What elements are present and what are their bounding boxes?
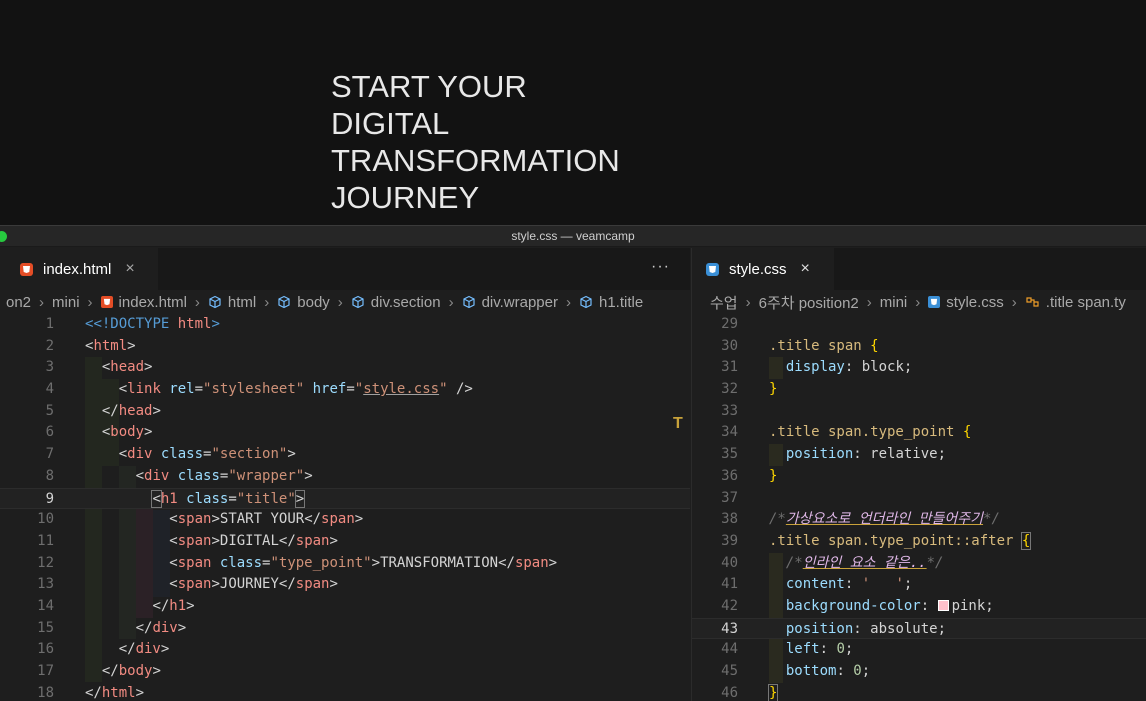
breadcrumb-item[interactable]: div.wrapper	[462, 294, 558, 311]
code-line: 7 <div class="section">	[45, 446, 296, 463]
code-line: 15 </div>	[37, 619, 187, 636]
tab-style-css[interactable]: style.css ×	[692, 248, 834, 290]
code-line: 10 <span>START YOUR</span>	[37, 511, 364, 528]
breadcrumb-item[interactable]: .title span.ty	[1025, 294, 1126, 311]
code-line: 40 /*인라인 요소 같은..*/	[721, 554, 944, 571]
editor-pane-right: style.css × 수업 › 6주차 position2 › mini › sty…	[691, 248, 1146, 701]
breadcrumb-item[interactable]: mini	[52, 294, 80, 311]
cube-icon	[462, 295, 476, 309]
code-line: 35 position: relative;	[721, 446, 947, 463]
code-line: 38/*가상요소로 언더라인 만들어주기*/	[721, 511, 1000, 528]
code-line: 46}	[721, 683, 779, 701]
close-tab-icon[interactable]: ×	[125, 260, 134, 278]
html5-icon	[100, 296, 113, 308]
breadcrumb-item[interactable]: style.css	[928, 294, 1004, 311]
code-line: 32}	[721, 381, 778, 398]
breadcrumb-left: on2 › mini › index.html › html › body › div.s…	[0, 290, 690, 314]
code-line: 45 bottom: 0;	[721, 663, 871, 679]
code-line: 2 <html>	[45, 337, 136, 354]
code-line: 42 background-color: pink;	[721, 597, 994, 614]
cube-icon	[277, 295, 291, 309]
code-line: 16 </div>	[37, 641, 170, 658]
breadcrumb-item[interactable]: on2	[6, 294, 31, 311]
code-line: 12 <span class="type_point">TRANSFORMATI…	[37, 554, 558, 571]
text-cursor-icon: T	[673, 415, 683, 432]
code-line: 36}	[721, 467, 778, 484]
code-line: 4 <link rel="stylesheet" href="style.css…	[45, 381, 473, 398]
code-line: 37	[721, 489, 738, 506]
window-title: style.css — veamcamp	[511, 229, 635, 243]
css3-icon	[706, 262, 719, 276]
color-swatch[interactable]	[937, 599, 949, 611]
code-line: 1 <<!DOCTYPE html>	[45, 316, 220, 332]
hero-line-4: JOURNEY	[331, 180, 480, 215]
code-line: 3 <head>	[45, 359, 153, 376]
code-line: 18 </html>	[37, 684, 145, 701]
html5-icon	[20, 262, 33, 276]
code-line: 11 <span>DIGITAL</span>	[37, 532, 338, 549]
code-editor-window: style.css — veamcamp index.html × ··· on…	[0, 225, 1146, 701]
breadcrumb-item[interactable]: mini	[880, 294, 908, 311]
chevron-right-icon: ›	[264, 293, 270, 311]
code-line: 30 .title span {	[721, 337, 879, 354]
hero-line-1: START YOUR	[331, 69, 527, 104]
chevron-right-icon: ›	[337, 293, 343, 311]
code-line: 14 </h1>	[37, 597, 195, 614]
chevron-right-icon: ›	[915, 293, 921, 311]
breadcrumb-item[interactable]: 6주차 position2	[759, 292, 859, 313]
breadcrumb-item[interactable]: index.html	[100, 294, 187, 311]
hero-title: START YOUR DIGITAL TRANSFORMATION JOURNE…	[331, 68, 620, 216]
code-line: 34 .title span.type_point {	[721, 424, 972, 441]
cube-icon	[579, 295, 593, 309]
code-line: 6 <body>	[45, 424, 153, 441]
selector-icon	[1025, 295, 1040, 309]
hero-line-2: DIGITAL	[331, 106, 450, 141]
chevron-right-icon: ›	[448, 293, 454, 311]
tab-label: style.css	[729, 260, 787, 278]
breadcrumb-item[interactable]: body	[277, 294, 330, 311]
code-line: 33	[721, 402, 738, 419]
code-line: 8 <div class="wrapper">	[45, 467, 313, 484]
chevron-right-icon: ›	[87, 293, 93, 311]
more-actions-icon[interactable]: ···	[651, 258, 670, 276]
tab-bar-right: style.css ×	[692, 248, 1146, 290]
browser-preview: START YOUR DIGITAL TRANSFORMATION JOURNE…	[0, 0, 1146, 225]
chevron-right-icon: ›	[745, 293, 751, 311]
cube-icon	[208, 295, 222, 309]
breadcrumb-right: 수업 › 6주차 position2 › mini › style.css › .tit…	[692, 290, 1146, 314]
code-line: 29	[721, 316, 738, 332]
code-line: 41 content: ' ';	[721, 576, 913, 593]
breadcrumb-item[interactable]: div.section	[351, 294, 441, 311]
hero-line-3: TRANSFORMATION	[331, 143, 620, 178]
code-line: 39 .title span.type_point::after {	[721, 531, 1032, 550]
chevron-right-icon: ›	[194, 293, 200, 311]
cube-icon	[351, 295, 365, 309]
editor-pane-left: index.html × ··· on2 › mini › index.html › …	[0, 248, 690, 701]
close-tab-icon[interactable]: ×	[801, 260, 810, 278]
breadcrumb-item[interactable]: h1.title	[579, 294, 643, 311]
breadcrumb-item[interactable]: 수업	[710, 292, 738, 313]
code-line-current: 43 position: absolute;	[692, 617, 1146, 640]
tab-label: index.html	[43, 260, 112, 278]
code-line: 5 </head>	[45, 402, 161, 419]
chevron-right-icon: ›	[866, 293, 872, 311]
css3-icon	[928, 296, 941, 308]
code-line: 13 <span>JOURNEY</span>	[37, 576, 338, 593]
code-line: 17 </body>	[37, 663, 161, 679]
code-area-right[interactable]: 29 30 .title span { 31 display: block; 32…	[692, 314, 1146, 701]
code-line: 31 display: block;	[721, 359, 913, 376]
code-area-left[interactable]: 1 <<!DOCTYPE html> 2 <html> 3 <head> 4 <li…	[0, 314, 690, 701]
tab-index-html[interactable]: index.html ×	[0, 248, 158, 290]
chevron-right-icon: ›	[39, 293, 45, 311]
breadcrumb-item[interactable]: html	[208, 294, 256, 311]
chevron-right-icon: ›	[1011, 293, 1017, 311]
code-line: 44 left: 0;	[721, 641, 854, 658]
code-line-current: 9 <h1 class="title">	[0, 487, 690, 510]
chevron-right-icon: ›	[565, 293, 571, 311]
window-titlebar[interactable]: style.css — veamcamp	[0, 226, 1146, 247]
tab-bar-left: index.html × ···	[0, 248, 690, 290]
